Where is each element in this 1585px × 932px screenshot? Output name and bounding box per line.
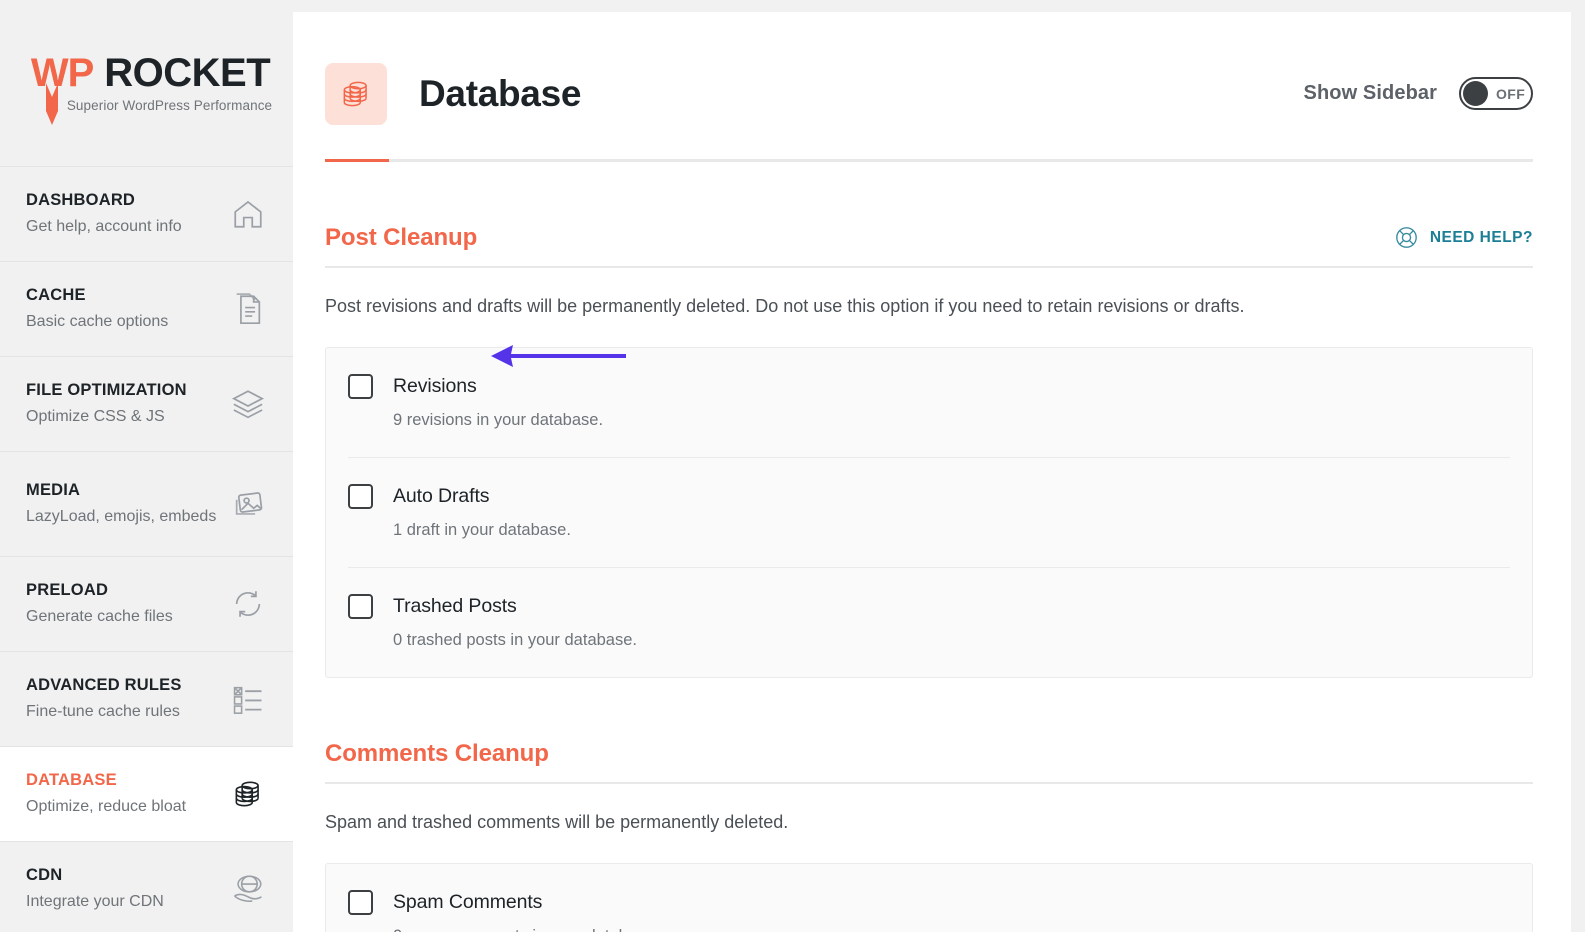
app-root: WP ROCKET Superior WordPress Performance… bbox=[0, 0, 1585, 932]
sidebar-item-media[interactable]: MEDIA LazyLoad, emojis, embeds bbox=[0, 451, 293, 556]
section-description: Spam and trashed comments will be perman… bbox=[325, 810, 1533, 835]
sidebar-item-title: ADVANCED RULES bbox=[26, 676, 229, 696]
comments-cleanup-header: Comments Cleanup bbox=[325, 740, 1533, 768]
panel-header: Database Show Sidebar OFF bbox=[293, 12, 1571, 132]
show-sidebar-toggle[interactable]: OFF bbox=[1459, 77, 1533, 110]
sidebar-item-subtitle: LazyLoad, emojis, embeds bbox=[26, 507, 229, 527]
logo-tagline: Superior WordPress Performance bbox=[67, 98, 272, 113]
section-title: Post Cleanup bbox=[325, 224, 477, 252]
sidebar-item-title: DASHBOARD bbox=[26, 191, 229, 211]
sidebar-item-subtitle: Basic cache options bbox=[26, 312, 229, 332]
sidebar-item-file-optimization[interactable]: FILE OPTIMIZATION Optimize CSS & JS bbox=[0, 356, 293, 451]
header-actions: Show Sidebar OFF bbox=[1304, 77, 1533, 110]
sidebar-item-subtitle: Fine-tune cache rules bbox=[26, 702, 229, 722]
page-title: Database bbox=[419, 73, 581, 115]
sidebar-item-subtitle: Generate cache files bbox=[26, 607, 229, 627]
spam-comments-checkbox[interactable] bbox=[348, 890, 373, 915]
image-icon bbox=[229, 485, 267, 523]
database-icon bbox=[325, 63, 387, 125]
option-description: 0 trashed posts in your database. bbox=[393, 631, 1510, 650]
sidebar-item-title: MEDIA bbox=[26, 481, 229, 501]
need-help-link[interactable]: NEED HELP? bbox=[1394, 225, 1533, 250]
lifebuoy-icon bbox=[1394, 225, 1419, 250]
option-label: Revisions bbox=[393, 375, 477, 398]
refresh-icon bbox=[229, 585, 267, 623]
checklist-icon bbox=[229, 680, 267, 718]
sidebar-item-advanced-rules[interactable]: ADVANCED RULES Fine-tune cache rules bbox=[0, 651, 293, 746]
post-cleanup-options: Revisions 9 revisions in your database. … bbox=[325, 347, 1533, 678]
revisions-checkbox[interactable] bbox=[348, 374, 373, 399]
auto-drafts-checkbox[interactable] bbox=[348, 484, 373, 509]
post-cleanup-header: Post Cleanup NEED HELP? bbox=[325, 224, 1533, 252]
section-divider bbox=[325, 266, 1533, 268]
option-label: Auto Drafts bbox=[393, 485, 489, 508]
option-row-spam-comments[interactable]: Spam Comments 0 spam comments in your da… bbox=[348, 864, 1510, 932]
toggle-knob bbox=[1463, 81, 1488, 106]
option-row-revisions[interactable]: Revisions 9 revisions in your database. bbox=[348, 348, 1510, 457]
sidebar: WP ROCKET Superior WordPress Performance… bbox=[0, 0, 293, 932]
toggle-state-label: OFF bbox=[1496, 86, 1525, 102]
database-icon bbox=[229, 775, 267, 813]
section-description: Post revisions and drafts will be perman… bbox=[325, 294, 1533, 319]
sidebar-item-title: CACHE bbox=[26, 286, 229, 306]
home-icon bbox=[229, 195, 267, 233]
document-icon bbox=[229, 290, 267, 328]
sidebar-item-cdn[interactable]: CDN Integrate your CDN bbox=[0, 841, 293, 932]
option-row-auto-drafts[interactable]: Auto Drafts 1 draft in your database. bbox=[348, 457, 1510, 567]
option-row-trashed-posts[interactable]: Trashed Posts 0 trashed posts in your da… bbox=[348, 567, 1510, 677]
sidebar-item-title: PRELOAD bbox=[26, 581, 229, 601]
panel-body: Post Cleanup NEED HELP? Post revisions a… bbox=[293, 224, 1571, 932]
sidebar-item-database[interactable]: DATABASE Optimize, reduce bloat bbox=[0, 746, 293, 841]
logo-rocket-text: ROCKET bbox=[104, 53, 270, 93]
sidebar-item-subtitle: Optimize, reduce bloat bbox=[26, 797, 229, 817]
sidebar-item-title: DATABASE bbox=[26, 771, 229, 791]
wp-rocket-logo: WP ROCKET Superior WordPress Performance bbox=[0, 0, 293, 166]
option-description: 0 spam comments in your database. bbox=[393, 927, 1510, 932]
sidebar-item-subtitle: Integrate your CDN bbox=[26, 892, 229, 912]
show-sidebar-label: Show Sidebar bbox=[1304, 82, 1437, 105]
sidebar-item-title: FILE OPTIMIZATION bbox=[26, 381, 229, 401]
section-title: Comments Cleanup bbox=[325, 740, 549, 768]
sidebar-item-subtitle: Optimize CSS & JS bbox=[26, 407, 229, 427]
tab-underline bbox=[325, 159, 1533, 162]
option-description: 1 draft in your database. bbox=[393, 521, 1510, 540]
trashed-posts-checkbox[interactable] bbox=[348, 594, 373, 619]
cdn-globe-icon bbox=[229, 870, 267, 908]
rocket-flame-icon bbox=[42, 83, 62, 125]
option-description: 9 revisions in your database. bbox=[393, 411, 1510, 430]
option-label: Trashed Posts bbox=[393, 595, 517, 618]
layers-icon bbox=[229, 385, 267, 423]
sidebar-item-preload[interactable]: PRELOAD Generate cache files bbox=[0, 556, 293, 651]
logo-wp-text: WP bbox=[31, 53, 93, 93]
option-label: Spam Comments bbox=[393, 891, 542, 914]
sidebar-item-cache[interactable]: CACHE Basic cache options bbox=[0, 261, 293, 356]
sidebar-item-title: CDN bbox=[26, 866, 229, 886]
sidebar-item-subtitle: Get help, account info bbox=[26, 217, 229, 237]
section-divider bbox=[325, 782, 1533, 784]
comments-cleanup-options: Spam Comments 0 spam comments in your da… bbox=[325, 863, 1533, 932]
main-panel: Database Show Sidebar OFF Post Cleanup bbox=[293, 12, 1571, 932]
active-tab-indicator bbox=[325, 159, 389, 162]
need-help-label: NEED HELP? bbox=[1430, 229, 1533, 247]
sidebar-item-dashboard[interactable]: DASHBOARD Get help, account info bbox=[0, 166, 293, 261]
